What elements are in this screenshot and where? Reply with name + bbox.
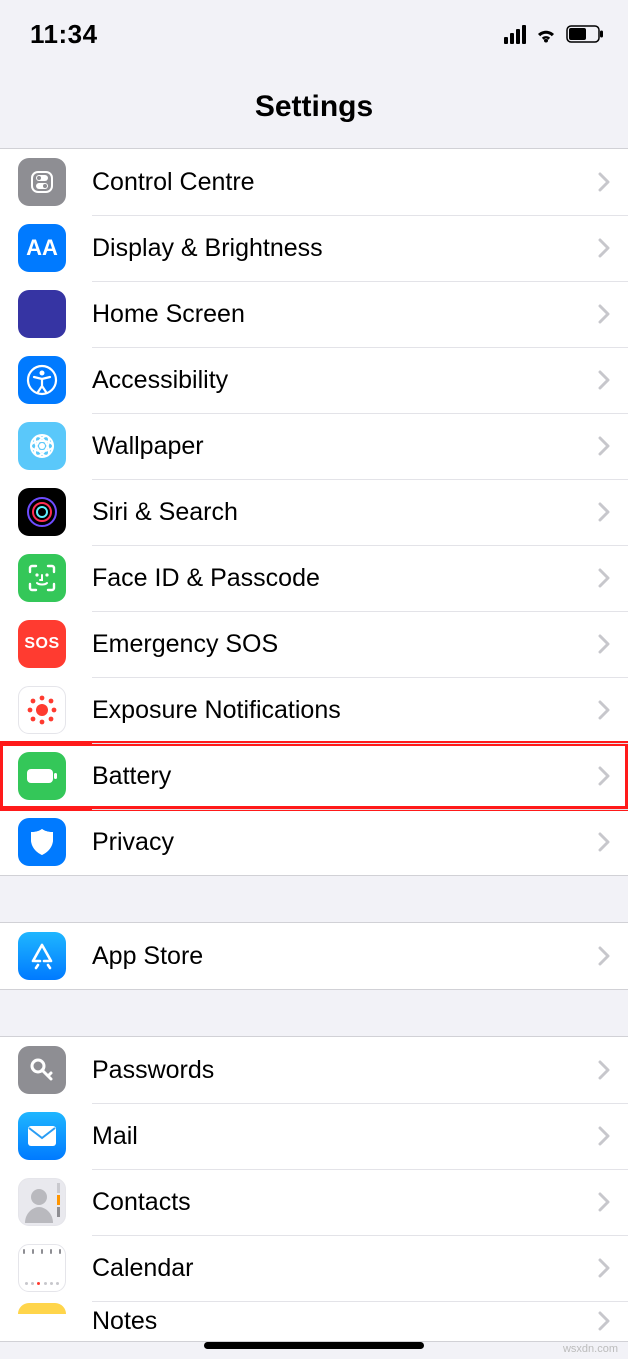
chevron-right-icon (598, 436, 610, 456)
wifi-icon (534, 25, 558, 43)
row-calendar[interactable]: Calendar (0, 1235, 628, 1301)
notes-icon (18, 1303, 66, 1339)
row-label: Calendar (92, 1254, 598, 1283)
chevron-right-icon (598, 502, 610, 522)
row-label: Home Screen (92, 300, 598, 329)
privacy-icon (18, 818, 66, 866)
chevron-right-icon (598, 1126, 610, 1146)
row-mail[interactable]: Mail (0, 1103, 628, 1169)
row-label: Control Centre (92, 168, 598, 197)
chevron-right-icon (598, 1060, 610, 1080)
row-label: Display & Brightness (92, 234, 598, 263)
chevron-right-icon (598, 1311, 610, 1331)
row-display-brightness[interactable]: AA Display & Brightness (0, 215, 628, 281)
mail-icon (18, 1112, 66, 1160)
row-exposure-notifications[interactable]: Exposure Notifications (0, 677, 628, 743)
chevron-right-icon (598, 238, 610, 258)
wallpaper-icon (18, 422, 66, 470)
chevron-right-icon (598, 1258, 610, 1278)
chevron-right-icon (598, 766, 610, 786)
chevron-right-icon (598, 568, 610, 588)
chevron-right-icon (598, 172, 610, 192)
chevron-right-icon (598, 304, 610, 324)
status-indicators (504, 25, 604, 44)
row-label: App Store (92, 942, 598, 971)
accessibility-icon (18, 356, 66, 404)
row-app-store[interactable]: App Store (0, 923, 628, 989)
status-time: 11:34 (30, 19, 98, 50)
row-label: Siri & Search (92, 498, 598, 527)
row-notes[interactable]: Notes (0, 1301, 628, 1341)
calendar-icon (18, 1244, 66, 1292)
row-siri-search[interactable]: Siri & Search (0, 479, 628, 545)
watermark: wsxdn.com (563, 1343, 618, 1355)
row-control-centre[interactable]: Control Centre (0, 149, 628, 215)
face-id-icon (18, 554, 66, 602)
row-accessibility[interactable]: Accessibility (0, 347, 628, 413)
row-home-screen[interactable]: Home Screen (0, 281, 628, 347)
row-face-id-passcode[interactable]: Face ID & Passcode (0, 545, 628, 611)
row-passwords[interactable]: Passwords (0, 1037, 628, 1103)
row-contacts[interactable]: Contacts (0, 1169, 628, 1235)
status-bar: 11:34 (0, 0, 628, 58)
header: Settings (0, 58, 628, 142)
row-label: Notes (92, 1307, 598, 1336)
row-label: Exposure Notifications (92, 696, 598, 725)
siri-icon (18, 488, 66, 536)
row-wallpaper[interactable]: Wallpaper (0, 413, 628, 479)
row-battery[interactable]: Battery (0, 743, 628, 809)
chevron-right-icon (598, 700, 610, 720)
row-label: Wallpaper (92, 432, 598, 461)
chevron-right-icon (598, 946, 610, 966)
row-emergency-sos[interactable]: SOS Emergency SOS (0, 611, 628, 677)
row-label: Accessibility (92, 366, 598, 395)
row-label: Battery (92, 762, 598, 791)
battery-row-icon (18, 752, 66, 800)
settings-section-accounts: Passwords Mail Contacts Calendar Notes (0, 1036, 628, 1342)
display-brightness-icon: AA (18, 224, 66, 272)
exposure-notifications-icon (18, 686, 66, 734)
battery-icon (566, 25, 604, 43)
cellular-icon (504, 25, 526, 44)
row-label: Emergency SOS (92, 630, 598, 659)
contacts-icon (18, 1178, 66, 1226)
row-label: Mail (92, 1122, 598, 1151)
row-label: Contacts (92, 1188, 598, 1217)
row-privacy[interactable]: Privacy (0, 809, 628, 875)
app-store-icon (18, 932, 66, 980)
chevron-right-icon (598, 370, 610, 390)
home-screen-icon (18, 290, 66, 338)
chevron-right-icon (598, 634, 610, 654)
chevron-right-icon (598, 832, 610, 852)
page-title: Settings (0, 90, 628, 124)
settings-section-general: Control Centre AA Display & Brightness H… (0, 148, 628, 876)
row-label: Privacy (92, 828, 598, 857)
sos-icon: SOS (18, 620, 66, 668)
settings-section-store: App Store (0, 922, 628, 990)
row-label: Face ID & Passcode (92, 564, 598, 593)
chevron-right-icon (598, 1192, 610, 1212)
control-centre-icon (18, 158, 66, 206)
row-label: Passwords (92, 1056, 598, 1085)
home-indicator[interactable] (204, 1342, 424, 1349)
passwords-icon (18, 1046, 66, 1094)
